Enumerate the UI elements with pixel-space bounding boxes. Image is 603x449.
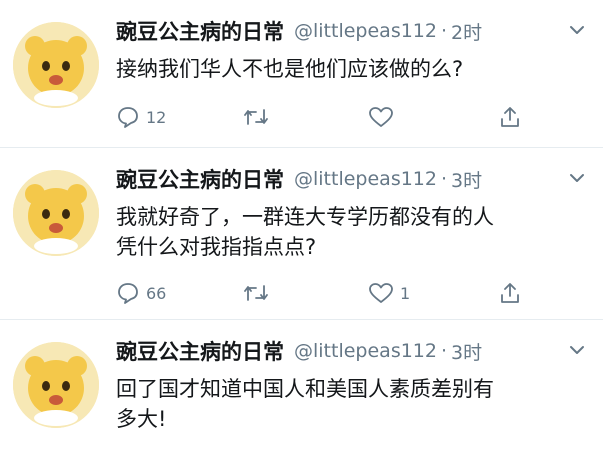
avatar[interactable] (13, 342, 99, 428)
like-count: 1 (400, 283, 411, 303)
tweet-text-line: 接纳我们华人不也是他们应该做的么? (116, 57, 464, 81)
tweet-content: 豌豆公主病的日常 @littlepeas112 · 3时 回了国才知道中国人和美… (116, 334, 591, 434)
like-button[interactable]: 1 (368, 280, 410, 306)
speech-bubble-icon (118, 107, 138, 128)
reply-count: 12 (146, 107, 167, 127)
tweet-header: 豌豆公主病的日常 @littlepeas112 · 3时 (116, 162, 591, 196)
reply-button[interactable]: 66 (116, 280, 166, 306)
tweet-text-line: 多大! (116, 407, 167, 431)
avatar[interactable] (13, 22, 99, 108)
tweet-text: 我就好奇了，一群连大专学历都没有的人 凭什么对我指指点点? (116, 202, 591, 262)
reply-button[interactable]: 12 (116, 104, 166, 130)
user-handle[interactable]: @littlepeas112 (294, 340, 437, 362)
timestamp[interactable]: 3时 (451, 166, 482, 193)
timestamp[interactable]: 2时 (451, 18, 482, 45)
tweet[interactable]: 豌豆公主病的日常 @littlepeas112 · 3时 我就好奇了，一群连大专… (0, 148, 603, 320)
user-name[interactable]: 豌豆公主病的日常 (116, 336, 284, 366)
tweet-header: 豌豆公主病的日常 @littlepeas112 · 2时 (116, 14, 591, 48)
chevron-down-icon[interactable] (567, 168, 587, 188)
share-button[interactable] (498, 280, 522, 306)
share-icon (501, 107, 519, 127)
heart-icon (369, 107, 393, 127)
tweet-text-line: 我就好奇了，一群连大专学历都没有的人 (116, 205, 494, 229)
chevron-down-icon[interactable] (567, 20, 587, 40)
tweet-text-line: 凭什么对我指指点点? (116, 235, 317, 259)
share-icon (501, 283, 519, 303)
user-handle[interactable]: @littlepeas112 (294, 20, 437, 42)
user-name[interactable]: 豌豆公主病的日常 (116, 16, 284, 46)
tweet-header: 豌豆公主病的日常 @littlepeas112 · 3时 (116, 334, 591, 368)
retweet-button[interactable] (242, 104, 276, 130)
timeline-feed: 豌豆公主病的日常 @littlepeas112 · 2时 接纳我们华人不也是他们… (0, 0, 603, 449)
like-button[interactable] (368, 104, 400, 130)
share-button[interactable] (498, 104, 522, 130)
heart-icon (369, 283, 393, 303)
retweet-icon (244, 109, 268, 125)
tweet[interactable]: 豌豆公主病的日常 @littlepeas112 · 2时 接纳我们华人不也是他们… (0, 0, 603, 148)
separator-dot: · (440, 20, 448, 42)
tweet[interactable]: 豌豆公主病的日常 @littlepeas112 · 3时 回了国才知道中国人和美… (0, 320, 603, 449)
retweet-button[interactable] (242, 280, 276, 306)
tweet-text: 接纳我们华人不也是他们应该做的么? (116, 54, 591, 84)
tweet-actions: 12 (116, 104, 546, 130)
reply-count: 66 (146, 283, 167, 303)
speech-bubble-icon (118, 283, 138, 304)
tweet-content: 豌豆公主病的日常 @littlepeas112 · 2时 接纳我们华人不也是他们… (116, 14, 591, 84)
timestamp[interactable]: 3时 (451, 338, 482, 365)
tweet-actions: 66 1 (116, 280, 546, 306)
avatar[interactable] (13, 170, 99, 256)
user-handle[interactable]: @littlepeas112 (294, 168, 437, 190)
tweet-text: 回了国才知道中国人和美国人素质差别有 多大! (116, 374, 591, 434)
separator-dot: · (440, 168, 448, 190)
tweet-content: 豌豆公主病的日常 @littlepeas112 · 3时 我就好奇了，一群连大专… (116, 162, 591, 262)
tweet-text-line: 回了国才知道中国人和美国人素质差别有 (116, 377, 494, 401)
chevron-down-icon[interactable] (567, 340, 587, 360)
retweet-icon (244, 285, 268, 301)
separator-dot: · (440, 340, 448, 362)
user-name[interactable]: 豌豆公主病的日常 (116, 164, 284, 194)
